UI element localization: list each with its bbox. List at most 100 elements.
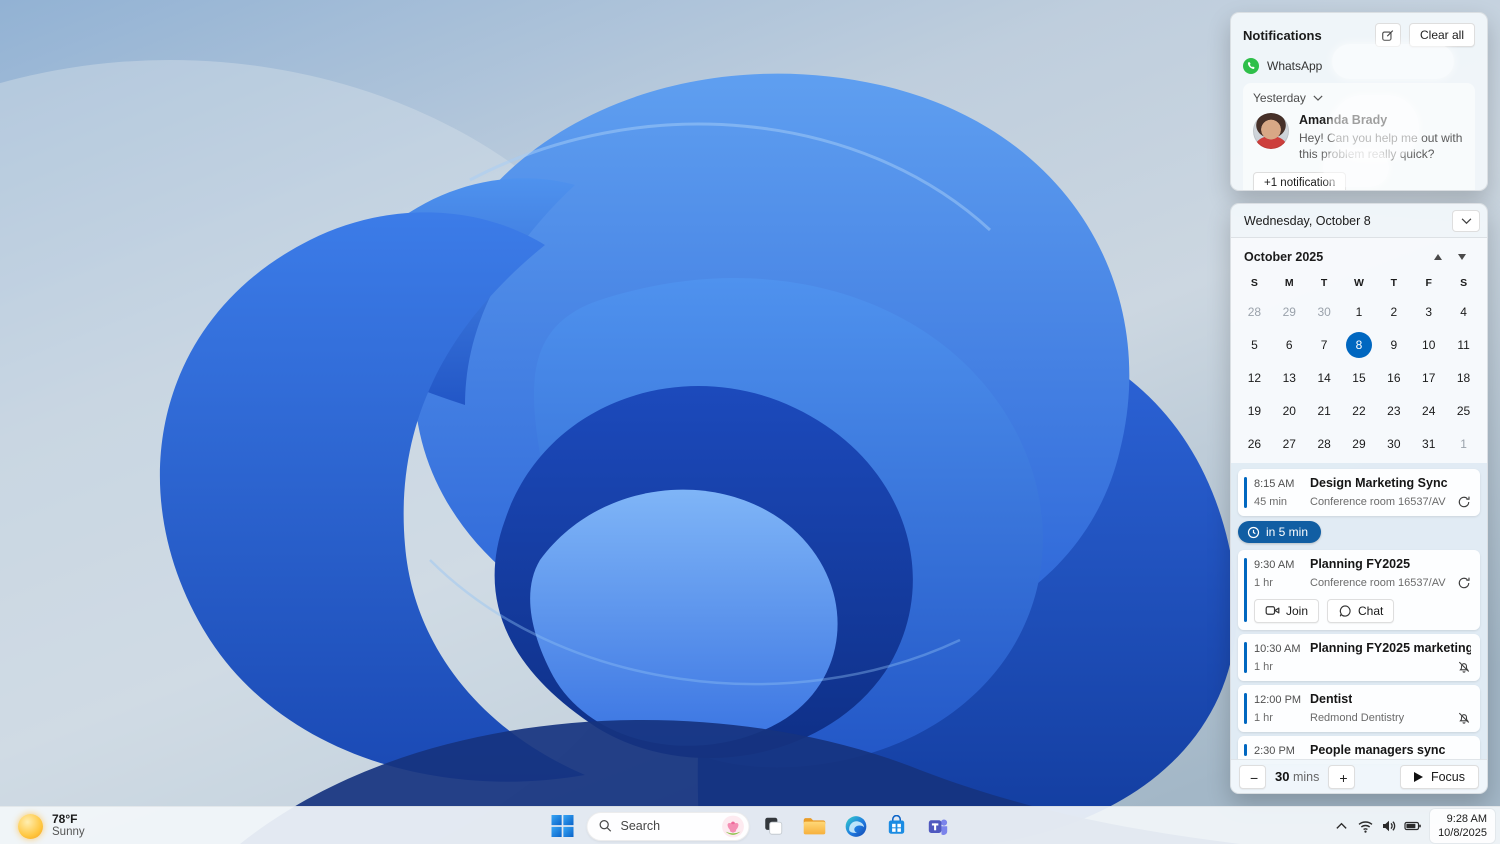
calendar-month-row: October 2025 xyxy=(1237,243,1481,270)
calendar-day[interactable]: 31 xyxy=(1411,427,1446,460)
microsoft-store-button[interactable] xyxy=(880,810,914,842)
weather-text: 78°F Sunny xyxy=(52,812,85,840)
calendar-day[interactable]: 25 xyxy=(1446,394,1481,427)
search-highlight-flower-icon xyxy=(722,815,744,837)
calendar-day[interactable]: 7 xyxy=(1307,328,1342,361)
calendar-day[interactable]: 19 xyxy=(1237,394,1272,427)
calendar-day-header: S xyxy=(1460,276,1468,289)
search-input[interactable]: Search xyxy=(586,811,750,841)
calendar-day[interactable]: 2 xyxy=(1376,295,1411,328)
calendar-day[interactable]: 9 xyxy=(1376,328,1411,361)
task-view-button[interactable] xyxy=(757,810,791,842)
event-location: Redmond Dentistry xyxy=(1310,711,1405,724)
reminder-pill[interactable]: in 5 min xyxy=(1238,521,1322,543)
event-accent-bar xyxy=(1244,692,1247,724)
event-action-join-button[interactable]: Join xyxy=(1254,598,1320,623)
calendar-day[interactable]: 29 xyxy=(1272,295,1307,328)
calendar-day[interactable]: 15 xyxy=(1342,361,1377,394)
calendar-prev-month-button[interactable] xyxy=(1426,247,1450,267)
calendar-day[interactable]: 6 xyxy=(1272,328,1307,361)
calendar-day-header: M xyxy=(1284,276,1294,289)
calendar-day[interactable]: 29 xyxy=(1342,427,1377,460)
event-location: Conference room 16537/AV xyxy=(1310,576,1446,589)
calendar-day-header: W xyxy=(1354,276,1364,289)
calendar-day[interactable]: 23 xyxy=(1376,394,1411,427)
event-card[interactable]: 8:15 AM Design Marketing Sync 45 min Confer… xyxy=(1238,469,1480,516)
calendar-day[interactable]: 28 xyxy=(1307,427,1342,460)
event-accent-bar xyxy=(1244,477,1247,508)
calendar-day[interactable]: 12 xyxy=(1237,361,1272,394)
notifications-title: Notifications xyxy=(1243,27,1322,43)
calendar-day[interactable]: 22 xyxy=(1342,394,1377,427)
event-time: 10:30 AM xyxy=(1254,642,1301,655)
calendar-day[interactable]: 24 xyxy=(1411,394,1446,427)
taskbar: 78°F Sunny Search 9:28 AM 10/8/2025 xyxy=(0,806,1500,844)
calendar-day[interactable]: 13 xyxy=(1272,361,1307,394)
focus-decrease-button[interactable]: − xyxy=(1239,764,1266,789)
video-icon xyxy=(1265,606,1280,615)
bell-off-icon-wrap xyxy=(1457,660,1471,674)
volume-button[interactable] xyxy=(1378,811,1400,841)
calendar-day[interactable]: 27 xyxy=(1272,427,1307,460)
hidden-icons-button[interactable] xyxy=(1330,811,1352,841)
tray-time: 9:28 AM xyxy=(1446,812,1487,825)
focus-start-button[interactable]: Focus xyxy=(1399,764,1479,789)
calendar-day[interactable]: 18 xyxy=(1446,361,1481,394)
calendar-day[interactable]: 28 xyxy=(1237,295,1272,328)
calendar-next-month-button[interactable] xyxy=(1450,247,1474,267)
calendar-day[interactable]: 5 xyxy=(1237,328,1272,361)
task-view-icon xyxy=(765,817,783,835)
weather-widget[interactable]: 78°F Sunny xyxy=(10,810,93,842)
event-time: 12:00 PM xyxy=(1254,693,1302,706)
event-card[interactable]: 10:30 AM Planning FY2025 marketing 1 hr xyxy=(1238,633,1480,681)
calendar-day[interactable]: 4 xyxy=(1446,295,1481,328)
event-body: 9:30 AM Planning FY2025 1 hr Conference roo… xyxy=(1254,557,1471,623)
wifi-button[interactable] xyxy=(1354,811,1376,841)
event-action-chat-button[interactable]: Chat xyxy=(1327,598,1395,623)
clock-date-button[interactable]: 9:28 AM 10/8/2025 xyxy=(1430,808,1495,844)
event-accent-bar xyxy=(1244,641,1247,673)
calendar-day[interactable]: 21 xyxy=(1307,394,1342,427)
calendar-day[interactable]: 17 xyxy=(1411,361,1446,394)
calendar-day[interactable]: 20 xyxy=(1272,394,1307,427)
event-card[interactable]: 9:30 AM Planning FY2025 1 hr Conference roo… xyxy=(1238,549,1480,630)
calendar-day-selected[interactable]: 8 xyxy=(1342,328,1377,361)
calendar-day[interactable]: 11 xyxy=(1446,328,1481,361)
desktop: Notifications Clear all WhatsApp Yesterd… xyxy=(0,0,1500,844)
event-body: 10:30 AM Planning FY2025 marketing 1 hr xyxy=(1254,641,1471,674)
file-explorer-button[interactable] xyxy=(798,810,832,842)
calendar-day[interactable]: 30 xyxy=(1376,427,1411,460)
calendar-day[interactable]: 14 xyxy=(1307,361,1342,394)
calendar-collapse-button[interactable] xyxy=(1452,209,1480,232)
windows-logo-icon xyxy=(551,815,574,837)
calendar-day[interactable]: 16 xyxy=(1376,361,1411,394)
start-button[interactable] xyxy=(546,810,580,842)
focus-duration: 30 mins xyxy=(1275,769,1319,784)
reminder-label: in 5 min xyxy=(1266,525,1309,539)
play-icon xyxy=(1413,771,1423,782)
calendar-day[interactable]: 10 xyxy=(1411,328,1446,361)
calendar-day[interactable]: 26 xyxy=(1237,427,1272,460)
battery-button[interactable] xyxy=(1402,811,1424,841)
highlight-blob xyxy=(1332,44,1454,79)
calendar-day[interactable]: 30 xyxy=(1307,295,1342,328)
event-body: 8:15 AM Design Marketing Sync 45 min Confer… xyxy=(1254,476,1471,509)
repeat-icon xyxy=(1458,496,1470,508)
event-list: 8:15 AM Design Marketing Sync 45 min Confer… xyxy=(1231,463,1487,793)
edge-browser-button[interactable] xyxy=(839,810,873,842)
calendar-day[interactable]: 1 xyxy=(1446,427,1481,460)
calendar-day[interactable]: 3 xyxy=(1411,295,1446,328)
teams-button[interactable] xyxy=(921,810,955,842)
calendar-panel: Wednesday, October 8 October 2025 S M T W T F… xyxy=(1230,203,1488,794)
calendar-day[interactable]: 1 xyxy=(1342,295,1377,328)
event-action-label: Chat xyxy=(1358,603,1384,618)
chat-icon xyxy=(1339,604,1351,617)
event-duration: 1 hr xyxy=(1254,576,1273,589)
calendar-header-date: Wednesday, October 8 xyxy=(1244,213,1371,228)
event-card[interactable]: 12:00 PM Dentist 1 hr Redmond Dentistry xyxy=(1238,684,1480,732)
wifi-icon xyxy=(1358,821,1373,833)
speaker-icon xyxy=(1383,820,1396,832)
event-action-label: Join xyxy=(1286,603,1309,618)
event-body: 2:30 PM People managers sync xyxy=(1254,743,1471,757)
focus-increase-button[interactable]: + xyxy=(1328,764,1356,789)
